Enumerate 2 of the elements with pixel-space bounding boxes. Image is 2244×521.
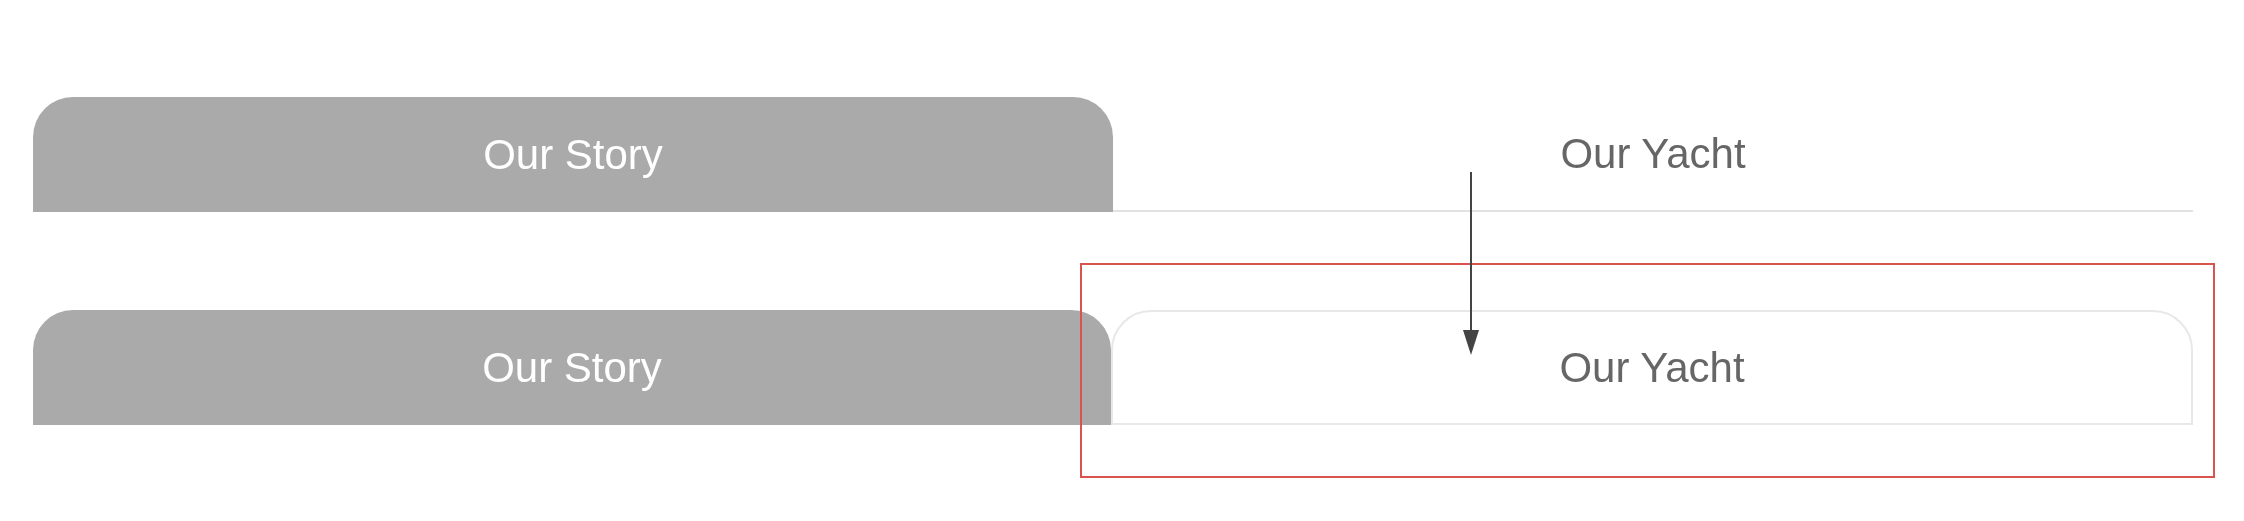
tab[interactable]: Our Yacht [1113,97,2193,212]
tab[interactable]: Our Yacht [1111,310,2193,425]
